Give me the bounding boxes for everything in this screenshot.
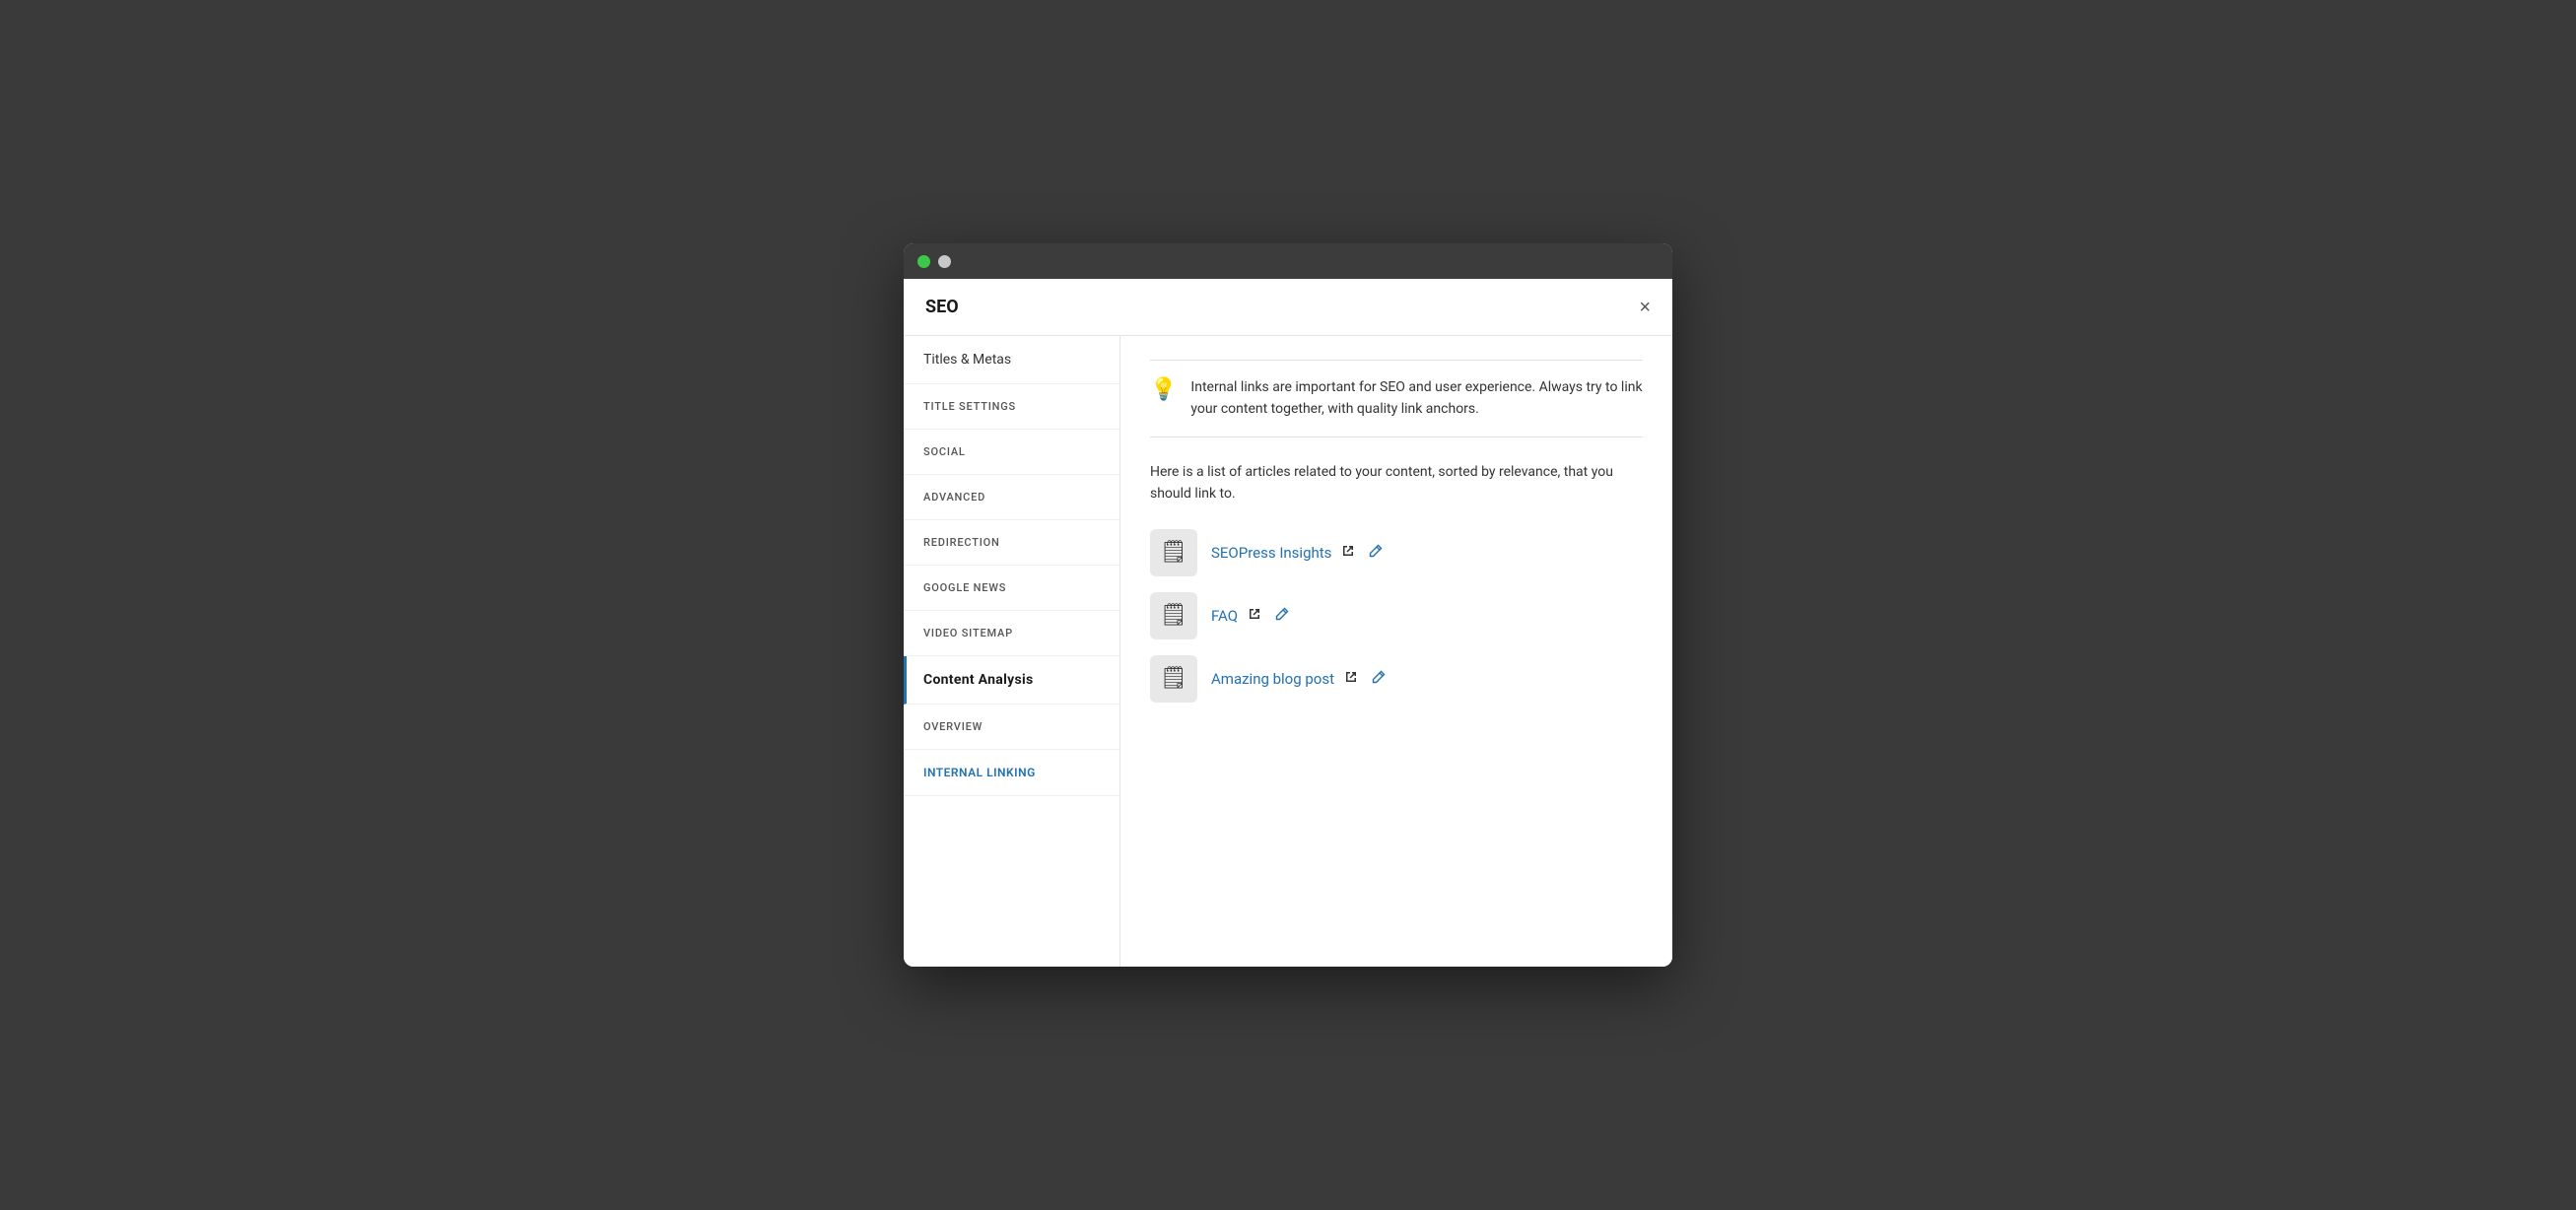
window-title: SEO: [925, 297, 959, 317]
article-link-faq[interactable]: FAQ: [1211, 607, 1238, 625]
sidebar-item-title-settings[interactable]: TITLE SETTINGS: [904, 384, 1119, 430]
sidebar-item-google-news[interactable]: GOOGLE NEWS: [904, 566, 1119, 611]
sidebar-item-video-sitemap[interactable]: VIDEO SITEMAP: [904, 611, 1119, 656]
external-link-icon: [1341, 544, 1355, 558]
sidebar-item-internal-linking[interactable]: INTERNAL LINKING: [904, 750, 1119, 796]
close-button[interactable]: ×: [1639, 298, 1651, 317]
sidebar-item-advanced[interactable]: ADVANCED: [904, 475, 1119, 520]
sidebar: Titles & Metas TITLE SETTINGS SOCIAL ADV…: [904, 336, 1120, 967]
edit-button-seopress[interactable]: [1365, 542, 1387, 563]
main-content: 💡 Internal links are important for SEO a…: [1120, 336, 1672, 967]
article-item: 🗒 FAQ: [1150, 592, 1643, 639]
lightbulb-icon: 💡: [1150, 377, 1177, 402]
window-body: Titles & Metas TITLE SETTINGS SOCIAL ADV…: [904, 336, 1672, 967]
sidebar-item-titles-metas[interactable]: Titles & Metas: [904, 336, 1119, 384]
sidebar-item-content-analysis[interactable]: Content Analysis: [904, 656, 1119, 705]
article-actions-faq: FAQ: [1211, 605, 1293, 626]
document-icon: 🗒: [1160, 540, 1187, 565]
info-banner: 💡 Internal links are important for SEO a…: [1150, 360, 1643, 437]
article-actions-blog: Amazing blog post: [1211, 668, 1390, 689]
window-btn-green[interactable]: [917, 255, 930, 268]
article-icon-blog: 🗒: [1150, 655, 1197, 703]
titlebar: [904, 243, 1672, 279]
external-link-icon: [1344, 670, 1358, 684]
article-list: 🗒 SEOPress Insights: [1150, 529, 1643, 703]
edit-icon: [1275, 607, 1289, 621]
edit-icon: [1369, 544, 1383, 558]
article-item: 🗒 Amazing blog post: [1150, 655, 1643, 703]
sidebar-item-social[interactable]: SOCIAL: [904, 430, 1119, 475]
edit-icon: [1372, 670, 1386, 684]
article-icon-seopress: 🗒: [1150, 529, 1197, 576]
document-icon: 🗒: [1160, 666, 1187, 691]
document-icon: 🗒: [1160, 603, 1187, 628]
external-link-button-faq[interactable]: [1244, 605, 1265, 626]
window-btn-yellow[interactable]: [938, 255, 951, 268]
article-link-blog[interactable]: Amazing blog post: [1211, 670, 1334, 688]
window-header: SEO ×: [904, 279, 1672, 336]
article-item: 🗒 SEOPress Insights: [1150, 529, 1643, 576]
sidebar-item-overview[interactable]: OVERVIEW: [904, 705, 1119, 750]
article-link-seopress[interactable]: SEOPress Insights: [1211, 544, 1331, 562]
edit-button-blog[interactable]: [1368, 668, 1390, 689]
sidebar-item-redirection[interactable]: REDIRECTION: [904, 520, 1119, 566]
article-icon-faq: 🗒: [1150, 592, 1197, 639]
external-link-icon: [1248, 607, 1261, 621]
external-link-button-blog[interactable]: [1340, 668, 1362, 689]
seo-window: SEO × Titles & Metas TITLE SETTINGS SOCI…: [904, 243, 1672, 967]
edit-button-faq[interactable]: [1271, 605, 1293, 626]
external-link-button-seopress[interactable]: [1337, 542, 1359, 563]
info-text: Internal links are important for SEO and…: [1190, 376, 1643, 421]
article-actions-seopress: SEOPress Insights: [1211, 542, 1387, 563]
intro-text: Here is a list of articles related to yo…: [1150, 461, 1643, 505]
